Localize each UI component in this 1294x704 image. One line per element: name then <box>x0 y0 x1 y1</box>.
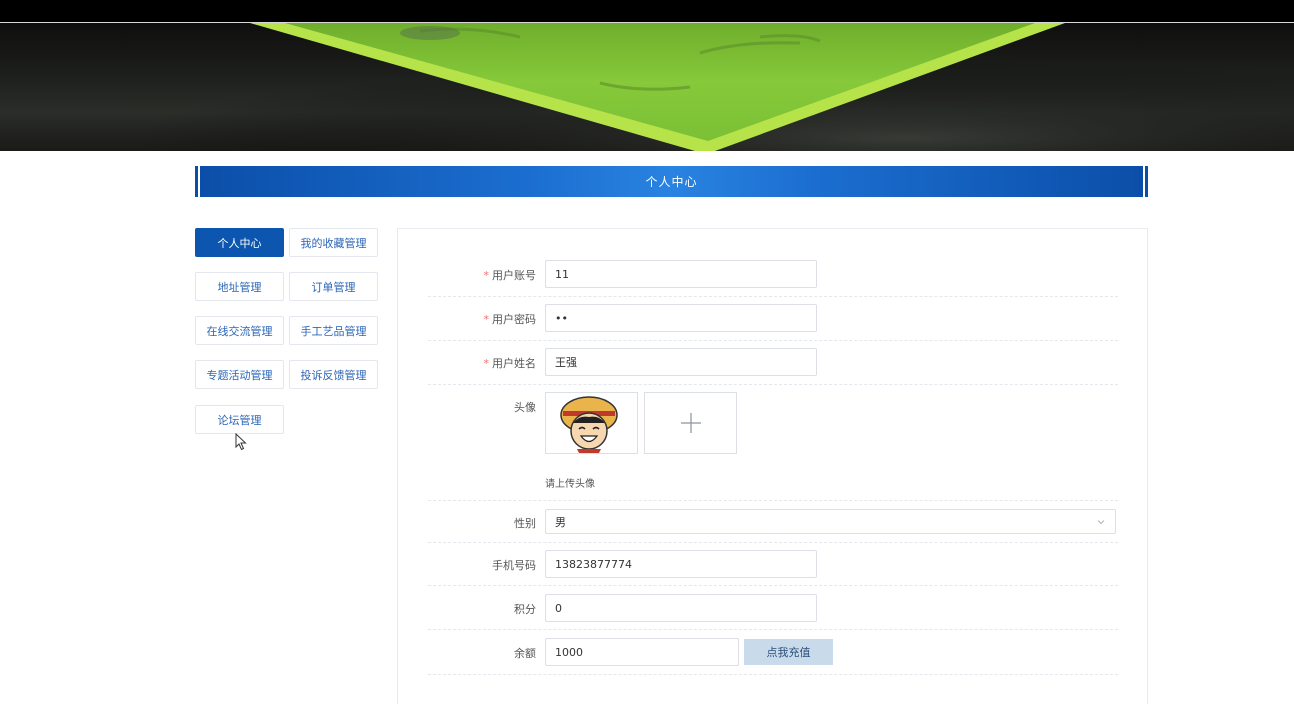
required-mark: * <box>483 269 490 282</box>
name-label: * 用户姓名 <box>483 357 537 370</box>
menu-item-handicrafts[interactable]: 手工艺品管理 <box>289 316 378 345</box>
avatar-image <box>559 396 618 453</box>
balance-label: 余额 <box>514 647 536 660</box>
profile-form-panel: * 用户账号 11 * 用户密码 •• * 用户姓名 王强 头像 请上传头像 性… <box>397 228 1148 704</box>
menu-item-forum[interactable]: 论坛管理 <box>195 405 284 434</box>
recharge-button[interactable]: 点我充值 <box>744 639 833 665</box>
password-input[interactable]: •• <box>545 304 817 332</box>
section-title-bar: 个人中心 <box>195 166 1148 197</box>
points-input[interactable]: 0 <box>545 594 817 622</box>
page-title: 个人中心 <box>645 175 698 189</box>
phone-label: 手机号码 <box>492 559 536 572</box>
required-mark: * <box>483 357 490 370</box>
title-bar-right-edge <box>1139 166 1148 197</box>
avatar-upload-button[interactable] <box>644 392 737 454</box>
gender-selected-value: 男 <box>555 515 566 529</box>
avatar-label: 头像 <box>514 401 536 414</box>
form-row-balance: 余额 1000 点我充值 <box>428 638 1118 675</box>
form-row-name: * 用户姓名 王强 <box>428 348 1118 385</box>
banner-carousel <box>0 23 1294 151</box>
points-label: 积分 <box>514 603 536 616</box>
mouse-cursor-icon <box>235 433 247 451</box>
form-row-gender: 性别 男 <box>428 509 1118 543</box>
chevron-down-icon <box>1097 520 1105 525</box>
menu-item-favorites[interactable]: 我的收藏管理 <box>289 228 378 257</box>
menu-item-complaints[interactable]: 投诉反馈管理 <box>289 360 378 389</box>
form-row-account: * 用户账号 11 <box>428 260 1118 297</box>
menu-item-address[interactable]: 地址管理 <box>195 272 284 301</box>
form-row-phone: 手机号码 13823877774 <box>428 550 1118 586</box>
account-input[interactable]: 11 <box>545 260 817 288</box>
balance-input[interactable]: 1000 <box>545 638 739 666</box>
gender-label: 性别 <box>514 517 536 530</box>
title-bar-left-edge <box>195 166 204 197</box>
name-input[interactable]: 王强 <box>545 348 817 376</box>
avatar-preview[interactable] <box>545 392 638 454</box>
menu-item-online-chat[interactable]: 在线交流管理 <box>195 316 284 345</box>
menu-item-personal-center[interactable]: 个人中心 <box>195 228 284 257</box>
required-mark: * <box>483 313 490 326</box>
menu-item-orders[interactable]: 订单管理 <box>289 272 378 301</box>
form-row-points: 积分 0 <box>428 594 1118 630</box>
top-bar <box>0 0 1294 22</box>
account-label: * 用户账号 <box>483 269 537 282</box>
form-row-avatar: 头像 请上传头像 <box>428 392 1118 501</box>
password-label: * 用户密码 <box>483 313 537 326</box>
avatar-hint: 请上传头像 <box>545 479 595 490</box>
form-row-password: * 用户密码 •• <box>428 304 1118 341</box>
banner-image <box>0 23 1294 151</box>
plus-icon <box>680 413 701 433</box>
phone-input[interactable]: 13823877774 <box>545 550 817 578</box>
menu-item-activities[interactable]: 专题活动管理 <box>195 360 284 389</box>
gender-select[interactable]: 男 <box>545 509 1116 534</box>
